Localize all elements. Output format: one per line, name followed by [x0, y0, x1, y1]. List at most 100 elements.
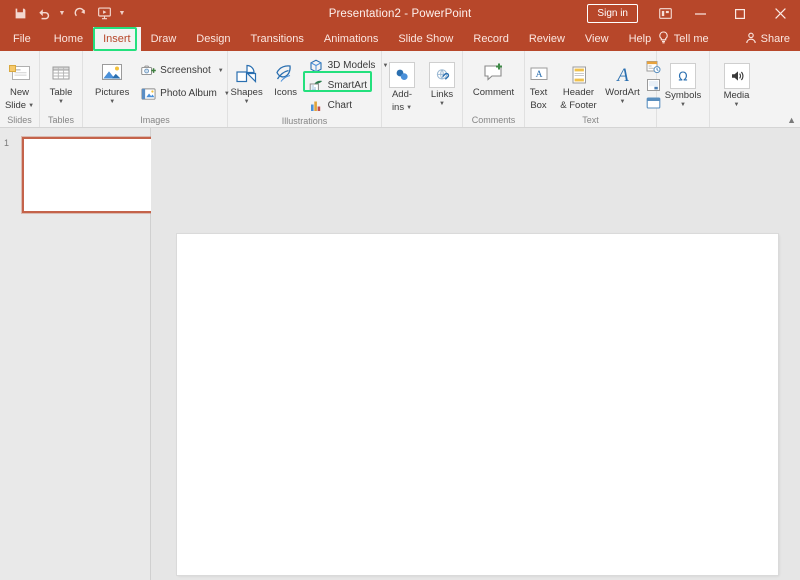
ribbon-group-comments: Comment Comments [463, 51, 525, 127]
chart-button[interactable]: Chart [308, 97, 389, 114]
add-ins-icon [389, 58, 415, 88]
svg-text:Ω: Ω [678, 70, 687, 84]
undo-icon[interactable] [32, 2, 56, 26]
tell-me-button[interactable]: Tell me [658, 31, 745, 47]
tab-home[interactable]: Home [44, 27, 93, 51]
shapes-caret-icon[interactable]: ▼ [244, 99, 250, 106]
table-label: Table [49, 87, 73, 98]
tell-me-label: Tell me [673, 33, 709, 45]
slide-thumbnail-1[interactable] [22, 137, 158, 213]
chart-icon [308, 98, 324, 114]
tab-view[interactable]: View [575, 27, 619, 51]
ribbon-display-options-icon[interactable] [650, 0, 680, 27]
share-button[interactable]: Share [745, 32, 800, 47]
table-caret-icon[interactable]: ▼ [58, 99, 64, 106]
pictures-button[interactable]: Pictures ▼ [88, 53, 136, 106]
tab-record[interactable]: Record [463, 27, 518, 51]
tab-review[interactable]: Review [519, 27, 575, 51]
photo-album-icon [140, 86, 156, 102]
start-from-beginning-icon[interactable] [92, 2, 116, 26]
media-caret-icon[interactable]: ▼ [734, 102, 740, 109]
text-box-icon: A [527, 56, 551, 86]
group-label-symbols [657, 113, 709, 127]
tab-help[interactable]: Help [619, 27, 662, 51]
undo-dropdown-caret-icon[interactable]: ▼ [56, 2, 68, 26]
new-slide-label-line1: New [9, 87, 29, 98]
tab-design[interactable]: Design [186, 27, 240, 51]
smartart-button[interactable]: SmartArt [308, 77, 389, 94]
3d-models-button[interactable]: 3D Models ▼ [308, 57, 388, 74]
header-footer-button[interactable]: Header & Footer [557, 53, 601, 111]
omega-icon: Ω [670, 59, 696, 89]
new-slide-button[interactable]: New Slide ▼ [0, 53, 43, 111]
group-label-media [710, 113, 763, 127]
ribbon-group-text: A Text Box Header & Footer A WordArt ▼ T… [523, 51, 661, 127]
slide-thumbnail-pane[interactable]: 1 [0, 128, 158, 580]
save-icon[interactable] [8, 2, 32, 26]
group-label-comments: Comments [471, 115, 516, 125]
tab-insert[interactable]: Insert [93, 27, 141, 51]
media-label: Media [723, 90, 750, 101]
screenshot-button[interactable]: Screenshot ▼ [140, 62, 230, 79]
ribbon-group-illustrations: Shapes ▼ Icons 3D Models ▼ SmartArt Char… [227, 51, 388, 127]
customize-quick-access-toolbar-icon[interactable]: ▼ [116, 2, 128, 26]
ribbon-tabs: File Home Insert Draw Design Transitions… [0, 27, 661, 51]
slide-canvas[interactable] [177, 234, 778, 575]
ribbon: New Slide ▼ Slides Table ▼ Tables Pictur… [0, 51, 800, 128]
icons-button[interactable]: Icons [268, 53, 304, 99]
tab-slide-show[interactable]: Slide Show [388, 27, 463, 51]
links-caret-icon[interactable]: ▼ [439, 101, 445, 108]
group-label-illustrations: Illustrations [281, 116, 328, 126]
ribbon-group-addins: Add- ins ▼ Links ▼ [382, 51, 463, 127]
table-button[interactable]: Table ▼ [38, 53, 84, 106]
add-ins-caret-icon[interactable]: ▼ [406, 103, 412, 114]
add-ins-button[interactable]: Add- ins ▼ [385, 55, 419, 113]
text-box-label-line1: Text [529, 87, 548, 98]
group-label-tables: Tables [47, 115, 74, 125]
photo-album-button[interactable]: Photo Album ▼ [140, 85, 230, 102]
smartart-icon [308, 78, 324, 94]
icons-label: Icons [274, 87, 297, 98]
thumbnail-row: 1 [0, 134, 158, 214]
pictures-label: Pictures [95, 87, 130, 98]
symbols-button[interactable]: Ω Symbols ▼ [660, 56, 706, 109]
slide-editing-area[interactable] [151, 128, 800, 580]
shapes-button[interactable]: Shapes ▼ [227, 53, 267, 106]
group-label-images: Images [140, 115, 170, 125]
links-button[interactable]: Links ▼ [425, 55, 459, 108]
group-label-addins [382, 113, 462, 127]
icons-icon [273, 56, 299, 86]
tab-animations[interactable]: Animations [314, 27, 388, 51]
new-slide-caret-icon[interactable]: ▼ [28, 101, 34, 112]
quick-access-toolbar: ▼ ▼ [8, 0, 128, 27]
text-box-label-line2: Box [530, 99, 547, 111]
minimize-button[interactable] [680, 0, 720, 27]
maximize-button[interactable] [720, 0, 760, 27]
tab-file[interactable]: File [0, 27, 44, 51]
redo-icon[interactable] [68, 2, 92, 26]
collapse-ribbon-icon[interactable]: ▲ [787, 115, 796, 125]
ribbon-group-tables: Table ▼ Tables [40, 51, 83, 127]
tab-transitions[interactable]: Transitions [241, 27, 314, 51]
links-icon [429, 58, 455, 88]
pictures-caret-icon[interactable]: ▼ [109, 99, 115, 106]
text-box-button[interactable]: A Text Box [523, 53, 555, 111]
close-button[interactable] [760, 0, 800, 27]
ribbon-group-symbols: Ω Symbols ▼ [657, 51, 710, 127]
wordart-caret-icon[interactable]: ▼ [620, 99, 626, 106]
header-footer-icon [567, 56, 591, 86]
add-ins-label-line2: ins [391, 101, 405, 113]
symbols-label: Symbols [664, 90, 702, 101]
workspace: 1 [0, 128, 800, 580]
tab-draw[interactable]: Draw [141, 27, 187, 51]
ribbon-group-list: New Slide ▼ Slides Table ▼ Tables Pictur… [0, 51, 763, 127]
new-slide-label-line2: Slide [4, 99, 27, 111]
sign-in-button[interactable]: Sign in [587, 4, 638, 23]
wordart-button[interactable]: A WordArt ▼ [603, 53, 643, 106]
symbols-caret-icon[interactable]: ▼ [680, 102, 686, 109]
comment-button[interactable]: Comment [466, 53, 522, 99]
media-button[interactable]: Media ▼ [714, 56, 760, 109]
header-footer-label-line2: & Footer [560, 99, 597, 111]
new-slide-icon [8, 56, 32, 86]
chart-label: Chart [327, 100, 353, 111]
